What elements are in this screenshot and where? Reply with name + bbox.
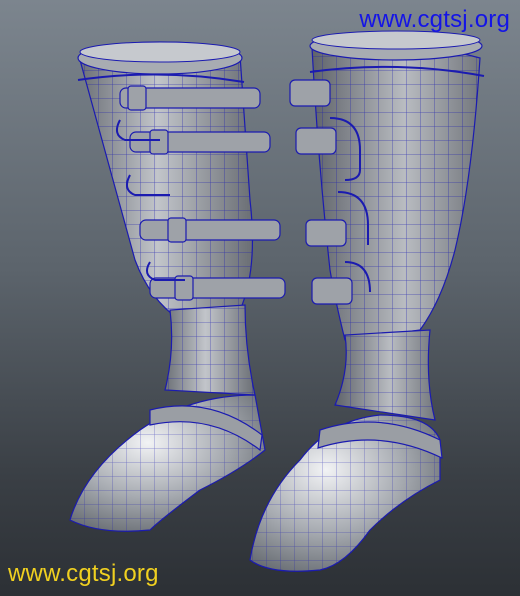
watermark-bottom: www.cgtsj.org (8, 560, 159, 587)
right-boot (249, 30, 485, 572)
left-boot (69, 41, 286, 532)
watermark-top: www.cgtsj.org (359, 6, 510, 33)
maya-viewport[interactable]: www.cgtsj.org www.cgtsj.org (0, 0, 520, 596)
boots-model[interactable] (0, 0, 520, 596)
